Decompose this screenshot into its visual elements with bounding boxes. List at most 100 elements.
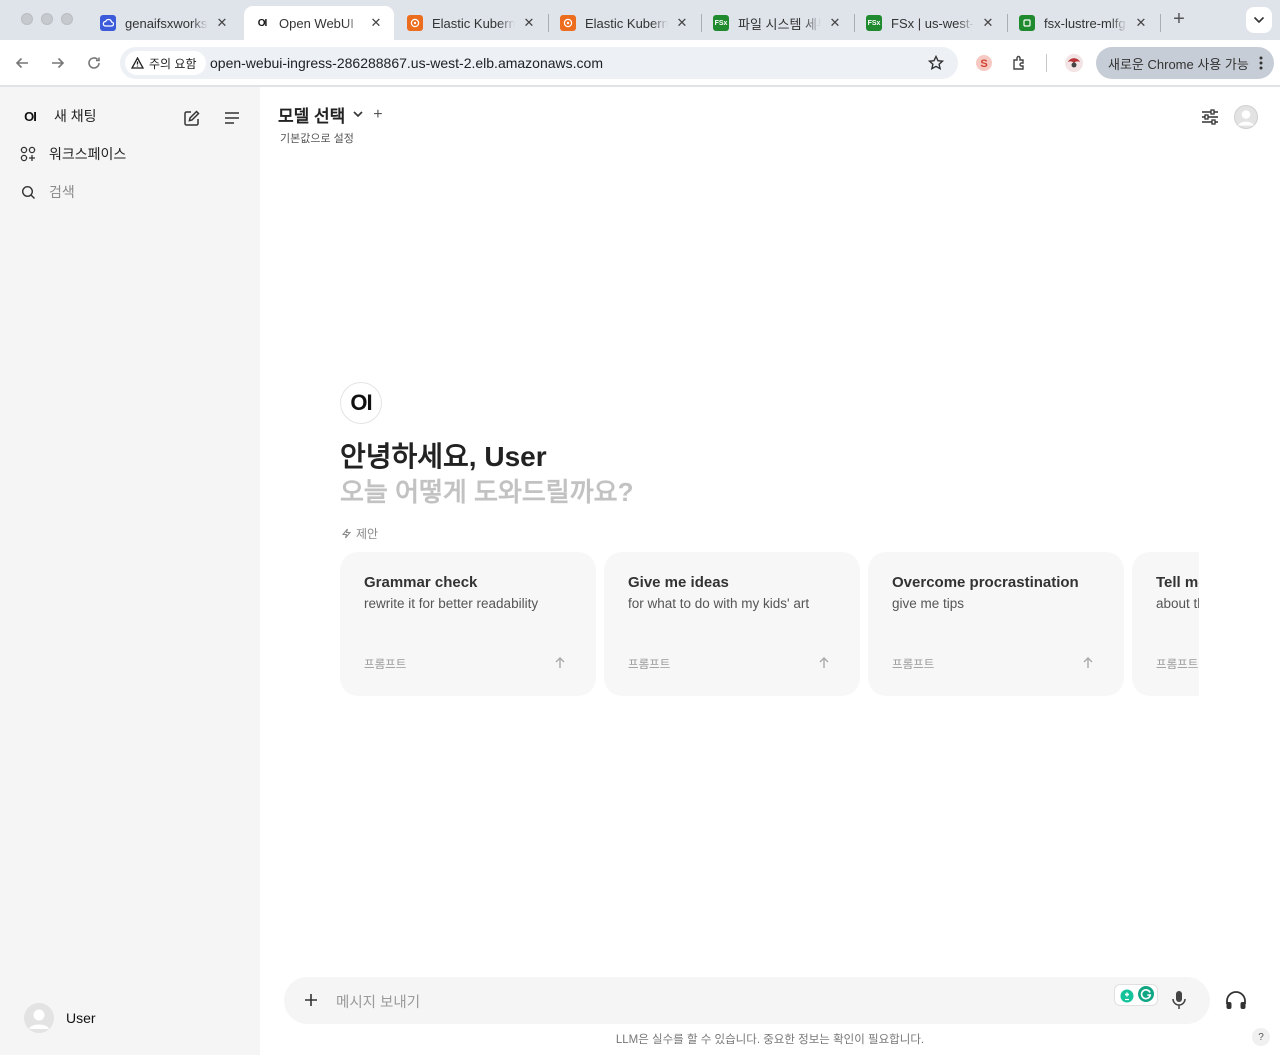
suggestion-card[interactable]: Give me ideas for what to do with my kid… <box>604 552 860 696</box>
tab-title: 파일 시스템 세부 <box>738 16 821 32</box>
browser-tab[interactable]: genaifsxworks ✕ <box>90 6 240 40</box>
microphone-icon <box>1172 991 1186 1009</box>
greeting-title: 안녕하세요, User <box>340 441 547 472</box>
chrome-update-button[interactable]: 새로운 Chrome 사용 가능 <box>1096 47 1274 79</box>
address-bar[interactable]: 주의 요함 open-webui-ingress-286288867.us-we… <box>120 47 958 79</box>
message-composer: 메시지 보내기 <box>284 977 1210 1024</box>
tab-title: fsx-lustre-mlfg <box>1044 15 1126 31</box>
menu-lines-icon <box>225 112 239 124</box>
browser-tab[interactable]: FSx FSx | us-west- ✕ <box>856 6 1006 40</box>
model-selector[interactable]: 모델 선택 + <box>278 102 383 127</box>
eks-icon <box>407 15 423 31</box>
tab-search-button[interactable] <box>1246 7 1272 33</box>
reload-button[interactable] <box>83 52 105 74</box>
bolt-icon <box>341 528 352 539</box>
suggestion-card[interactable]: Tell me about th 프롬프트 <box>1132 552 1199 696</box>
eks-icon <box>560 15 576 31</box>
chevron-down-icon <box>353 111 363 118</box>
model-select-label: 모델 선택 <box>278 107 346 126</box>
suggestion-type-label: 프롬프트 <box>1156 659 1199 671</box>
back-button[interactable] <box>11 52 33 74</box>
attach-button[interactable] <box>300 989 322 1011</box>
suggestions-heading: 제안 <box>341 525 378 542</box>
open-webui-app: OI 새 채팅 워크스페이스 검색 User 모델 선택 + 기본값으로 설정 … <box>0 87 1280 1055</box>
s3-icon <box>1019 15 1035 31</box>
search-item[interactable]: 검색 <box>20 182 75 202</box>
security-chip-label: 주의 요함 <box>149 56 197 71</box>
search-icon <box>20 184 36 200</box>
cloud-icon <box>100 15 116 31</box>
user-menu[interactable]: User <box>24 1003 96 1033</box>
tab-close-icon[interactable]: ✕ <box>1133 15 1149 31</box>
profile-avatar-icon[interactable] <box>1063 52 1085 74</box>
suggestions-label: 제안 <box>356 527 379 541</box>
suggestion-card[interactable]: Grammar check rewrite it for better read… <box>340 552 596 696</box>
extensions-puzzle-icon[interactable] <box>1009 52 1031 74</box>
browser-tab[interactable]: FSx 파일 시스템 세부 ✕ <box>703 6 853 40</box>
minimize-window-button[interactable] <box>41 13 53 25</box>
browser-tab[interactable]: Elastic Kubern ✕ <box>397 6 547 40</box>
new-chat-edit-button[interactable] <box>182 108 202 128</box>
user-avatar-icon <box>1234 105 1258 129</box>
bookmark-star-icon[interactable] <box>927 54 945 76</box>
tab-close-icon[interactable]: ✕ <box>674 15 690 31</box>
voice-input-button[interactable] <box>1171 990 1187 1015</box>
tab-divider <box>1007 14 1008 32</box>
suggestion-card[interactable]: Overcome procrastination give me tips 프롬… <box>868 552 1124 696</box>
url-text: open-webui-ingress-286288867.us-west-2.e… <box>210 55 603 71</box>
new-chat-item[interactable]: OI 새 채팅 <box>20 106 96 126</box>
suggestion-title: Grammar check <box>364 574 478 591</box>
message-input[interactable]: 메시지 보내기 <box>336 991 420 1012</box>
chevron-down-icon <box>1253 16 1265 24</box>
tab-close-icon[interactable]: ✕ <box>980 15 996 31</box>
arrow-up-icon <box>1083 657 1093 668</box>
help-button[interactable]: ? <box>1252 1028 1270 1046</box>
more-vert-icon <box>1259 55 1263 74</box>
tab-divider <box>1160 14 1161 32</box>
set-default-link[interactable]: 기본값으로 설정 <box>280 130 354 146</box>
chat-controls-button[interactable] <box>1198 105 1222 129</box>
tab-close-icon[interactable]: ✕ <box>214 15 230 31</box>
arrow-right-icon <box>52 57 65 69</box>
grammarly-widget[interactable] <box>1114 984 1158 1006</box>
workspace-grid-icon <box>20 146 36 162</box>
tab-title: Elastic Kubern <box>585 15 668 31</box>
headphones-icon <box>1226 991 1246 1009</box>
model-logo: OI <box>340 382 382 424</box>
toggle-sidebar-button[interactable] <box>222 108 242 128</box>
browser-toolbar: 주의 요함 open-webui-ingress-286288867.us-we… <box>0 40 1280 86</box>
new-tab-button[interactable]: + <box>1168 9 1190 31</box>
zoom-window-button[interactable] <box>61 13 73 25</box>
suggestion-type-label: 프롬프트 <box>892 659 935 671</box>
browser-tab[interactable]: fsx-lustre-mlfg ✕ <box>1009 6 1159 40</box>
suggestion-title: Tell me <box>1156 574 1199 591</box>
browser-tab-active[interactable]: OI Open WebUI ✕ <box>244 6 394 40</box>
close-window-button[interactable] <box>21 13 33 25</box>
browser-tab[interactable]: Elastic Kubern ✕ <box>550 6 700 40</box>
voice-mode-button[interactable] <box>1225 990 1247 1015</box>
reload-icon <box>88 57 100 69</box>
security-chip[interactable]: 주의 요함 <box>125 51 206 75</box>
avatar <box>24 1003 54 1033</box>
fsx-icon: FSx <box>713 15 729 31</box>
search-label: 검색 <box>49 184 75 200</box>
suggestion-subtitle: for what to do with my kids' art <box>628 596 810 611</box>
tab-close-icon[interactable]: ✕ <box>827 15 843 31</box>
arrow-left-icon <box>15 57 28 69</box>
tab-title: Elastic Kubern <box>432 15 515 31</box>
forward-button[interactable] <box>47 52 69 74</box>
add-model-button[interactable]: + <box>373 106 382 124</box>
sidebar: OI 새 채팅 워크스페이스 검색 User <box>0 87 260 1055</box>
openwebui-icon: OI <box>257 17 268 29</box>
extension-s-icon[interactable]: S <box>973 52 995 74</box>
account-avatar-button[interactable] <box>1234 105 1258 129</box>
tab-close-icon[interactable]: ✕ <box>521 15 537 31</box>
tab-divider <box>548 14 549 32</box>
suggestion-subtitle: give me tips <box>892 596 965 611</box>
tab-close-icon[interactable]: ✕ <box>368 15 384 31</box>
sliders-icon <box>1202 109 1218 125</box>
workspace-label: 워크스페이스 <box>49 146 127 162</box>
workspace-item[interactable]: 워크스페이스 <box>20 144 126 164</box>
arrow-up-icon <box>819 657 829 668</box>
update-label: 새로운 Chrome 사용 가능 <box>1108 56 1249 72</box>
